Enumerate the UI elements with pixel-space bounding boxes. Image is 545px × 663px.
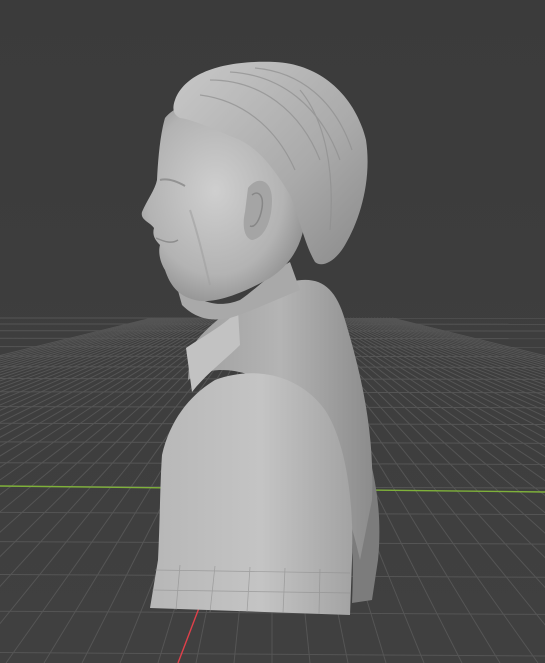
viewport-canvas[interactable] [0,0,545,663]
3d-viewport[interactable] [0,0,545,663]
